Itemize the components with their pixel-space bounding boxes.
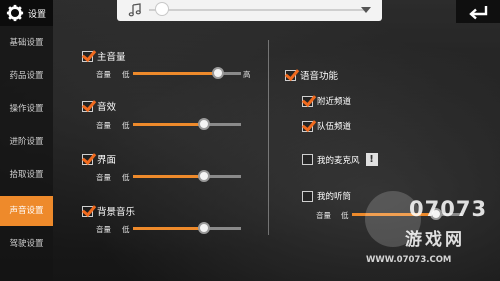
earpiece-low-label: 低 — [341, 211, 349, 220]
slider-handle[interactable] — [198, 118, 210, 130]
sound-effect-sub-label: 音量 — [96, 121, 111, 130]
site-watermark: 07073 游戏网 WWW.07073.COM — [365, 189, 500, 281]
sidebar-item-controls[interactable]: 操作设置 — [0, 94, 53, 124]
earpiece-checkbox[interactable] — [302, 190, 313, 202]
earpiece-label: 我的听筒 — [317, 192, 352, 202]
sidebar-item-medicine[interactable]: 药品设置 — [0, 61, 53, 91]
music-note-icon — [128, 3, 141, 17]
music-progress-handle[interactable] — [155, 2, 169, 16]
sound-effect-slider[interactable] — [133, 118, 241, 130]
sidebar-item-advanced[interactable]: 进阶设置 — [0, 127, 53, 157]
voice-option[interactable]: 语音功能 — [285, 68, 338, 82]
return-arrow-icon — [469, 6, 488, 20]
team-channel-checkbox[interactable] — [302, 120, 313, 132]
slider-handle[interactable] — [212, 67, 224, 79]
bgm-low-label: 低 — [122, 225, 130, 234]
bgm-label: 背景音乐 — [97, 207, 136, 218]
bgm-checkbox[interactable] — [82, 205, 93, 217]
mic-option[interactable]: 我的麦克风 ! — [302, 153, 378, 166]
sound-effect-option[interactable]: 音效 — [82, 99, 116, 113]
bgm-slider[interactable] — [133, 222, 241, 234]
sidebar-header: 设置 — [0, 0, 53, 26]
voice-checkbox[interactable] — [285, 69, 296, 81]
slider-handle[interactable] — [198, 222, 210, 234]
music-progress-track[interactable] — [149, 9, 364, 11]
main-volume-sub-label: 音量 — [96, 70, 111, 79]
main-volume-low-label: 低 — [122, 70, 130, 79]
settings-sidebar: 设置 基础设置 药品设置 操作设置 进阶设置 拾取设置 声音设置 驾驶设置 — [0, 0, 53, 281]
main-volume-checkbox[interactable] — [82, 50, 93, 62]
bgm-sub-label: 音量 — [96, 225, 111, 234]
earpiece-option[interactable]: 我的听筒 — [302, 190, 351, 202]
sidebar-item-sound[interactable]: 声音设置 — [0, 196, 53, 226]
back-button[interactable] — [456, 0, 500, 23]
interface-slider[interactable] — [133, 170, 241, 182]
nearby-channel-label: 附近频道 — [317, 97, 352, 107]
watermark-brand: 07073 — [409, 197, 488, 221]
mic-checkbox[interactable] — [302, 154, 313, 165]
team-channel-option[interactable]: 队伍频道 — [302, 120, 351, 132]
nearby-channel-option[interactable]: 附近频道 — [302, 95, 351, 107]
sidebar-item-driving[interactable]: 驾驶设置 — [0, 229, 53, 259]
interface-low-label: 低 — [122, 173, 130, 182]
main-volume-high-label: 高 — [243, 70, 251, 79]
sidebar-title: 设置 — [28, 9, 47, 20]
sidebar-item-pickup[interactable]: 拾取设置 — [0, 160, 53, 190]
sidebar-item-basic[interactable]: 基础设置 — [0, 28, 53, 58]
warning-icon[interactable]: ! — [365, 153, 378, 166]
main-volume-slider[interactable] — [133, 67, 241, 79]
chevron-down-icon[interactable] — [361, 7, 371, 13]
mic-label: 我的麦克风 — [317, 155, 360, 166]
sound-effect-label: 音效 — [97, 102, 117, 113]
earpiece-sub-label: 音量 — [316, 211, 331, 220]
interface-sub-label: 音量 — [96, 173, 111, 182]
music-player-bar — [117, 0, 382, 21]
gear-icon — [6, 4, 24, 22]
slider-handle[interactable] — [198, 170, 210, 182]
interface-label: 界面 — [97, 155, 117, 166]
column-divider — [268, 40, 269, 235]
interface-checkbox[interactable] — [82, 153, 93, 165]
sound-effect-low-label: 低 — [122, 121, 130, 130]
main-volume-label: 主音量 — [97, 52, 126, 63]
sound-effect-checkbox[interactable] — [82, 100, 93, 112]
voice-label: 语音功能 — [300, 71, 339, 82]
nearby-channel-checkbox[interactable] — [302, 95, 313, 107]
team-channel-label: 队伍频道 — [317, 122, 352, 132]
interface-option[interactable]: 界面 — [82, 152, 116, 166]
bgm-option[interactable]: 背景音乐 — [82, 204, 135, 218]
watermark-name: 游戏网 — [405, 230, 465, 250]
watermark-url: WWW.07073.COM — [366, 255, 452, 265]
main-volume-option[interactable]: 主音量 — [82, 49, 126, 63]
